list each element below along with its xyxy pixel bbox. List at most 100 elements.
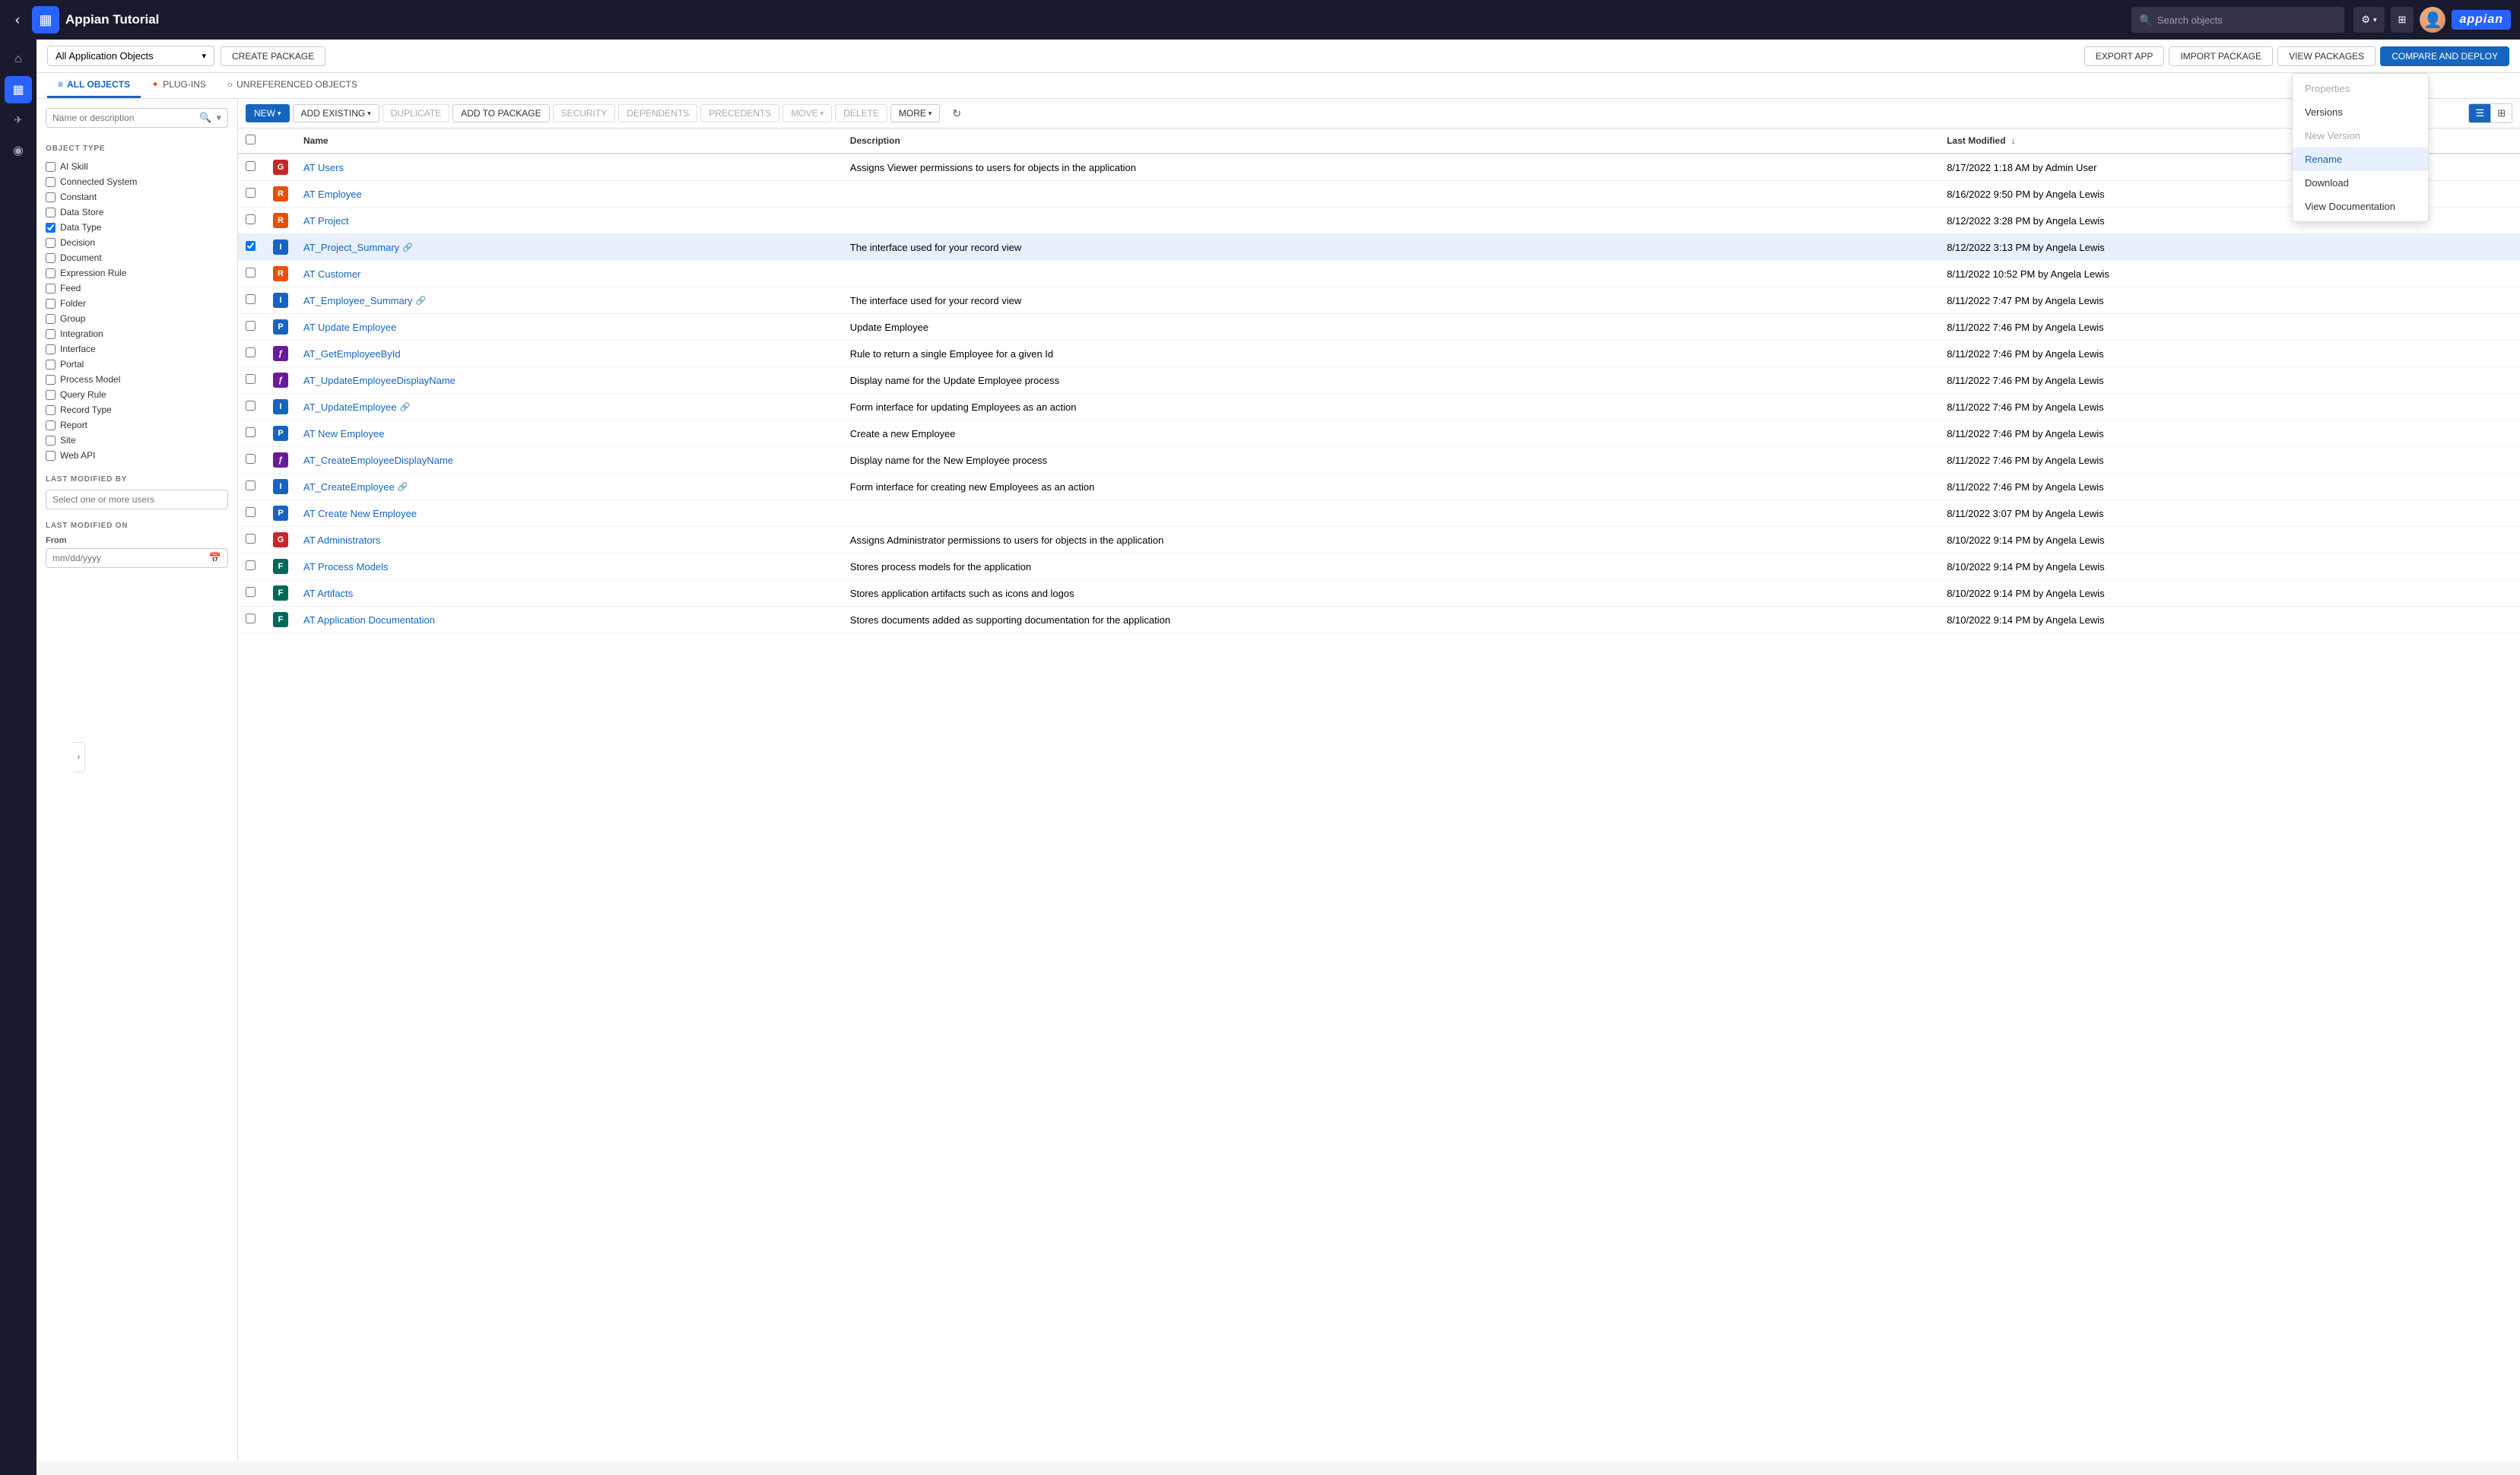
object-name-link[interactable]: AT Update Employee: [303, 322, 396, 333]
select-all-checkbox[interactable]: [246, 135, 255, 144]
refresh-button[interactable]: ↻: [946, 104, 967, 123]
filter-constant[interactable]: Constant: [46, 189, 228, 205]
move-button[interactable]: MOVE ▾: [782, 104, 832, 122]
filter-document[interactable]: Document: [46, 250, 228, 265]
grid-view-button[interactable]: ⊞: [2391, 7, 2414, 33]
filter-portal[interactable]: Portal: [46, 357, 228, 372]
row-checkbox[interactable]: [246, 161, 255, 171]
sidebar-search-options-icon[interactable]: ▾: [216, 112, 221, 124]
row-checkbox-cell[interactable]: [238, 208, 265, 234]
filter-integration-checkbox[interactable]: [46, 329, 56, 339]
list-view-button[interactable]: ☰: [2468, 103, 2491, 123]
row-checkbox[interactable]: [246, 481, 255, 490]
object-name-link[interactable]: AT Employee: [303, 189, 362, 200]
left-icon-app[interactable]: ▦: [5, 76, 32, 103]
filter-decision-checkbox[interactable]: [46, 238, 56, 248]
precedents-button[interactable]: PRECEDENTS: [700, 104, 779, 122]
object-name-link[interactable]: AT Project: [303, 215, 348, 227]
dependents-button[interactable]: DEPENDENTS: [618, 104, 697, 122]
duplicate-button[interactable]: DUPLICATE: [382, 104, 449, 122]
delete-button[interactable]: DELETE: [835, 104, 887, 122]
row-checkbox-cell[interactable]: [238, 394, 265, 420]
create-package-button[interactable]: CREATE PACKAGE: [221, 46, 325, 66]
object-name-link[interactable]: AT_UpdateEmployee: [303, 401, 397, 413]
row-checkbox-cell[interactable]: [238, 607, 265, 633]
row-checkbox-cell[interactable]: [238, 447, 265, 474]
object-name-link[interactable]: AT_Employee_Summary: [303, 295, 413, 306]
filter-folder[interactable]: Folder: [46, 296, 228, 311]
user-avatar[interactable]: 👤: [2420, 7, 2445, 33]
filter-site[interactable]: Site: [46, 433, 228, 448]
row-checkbox[interactable]: [246, 241, 255, 251]
row-checkbox[interactable]: [246, 401, 255, 411]
filter-data-type[interactable]: Data Type: [46, 220, 228, 235]
user-filter-input[interactable]: [46, 490, 228, 509]
calendar-icon[interactable]: 📅: [209, 552, 221, 564]
object-name-link[interactable]: AT Users: [303, 162, 344, 173]
row-checkbox-cell[interactable]: [238, 314, 265, 341]
row-checkbox[interactable]: [246, 321, 255, 331]
new-button[interactable]: NEW ▾: [246, 104, 290, 122]
back-button[interactable]: ‹: [9, 9, 26, 31]
filter-group-checkbox[interactable]: [46, 314, 56, 324]
menu-item-view-documentation[interactable]: View Documentation: [2293, 195, 2428, 218]
left-icon-home[interactable]: ⌂: [5, 46, 32, 73]
object-name-link[interactable]: AT_UpdateEmployeeDisplayName: [303, 375, 455, 386]
filter-query-rule[interactable]: Query Rule: [46, 387, 228, 402]
row-checkbox-cell[interactable]: [238, 341, 265, 367]
object-name-link[interactable]: AT Customer: [303, 268, 360, 280]
filter-interface[interactable]: Interface: [46, 341, 228, 357]
row-checkbox-cell[interactable]: [238, 154, 265, 181]
filter-ai-skill[interactable]: AI Skill: [46, 159, 228, 174]
import-package-button[interactable]: IMPORT PACKAGE: [2169, 46, 2273, 66]
search-input[interactable]: [2157, 14, 2338, 26]
filter-site-checkbox[interactable]: [46, 436, 56, 446]
sidebar-search-container[interactable]: 🔍 ▾: [46, 108, 228, 128]
filter-record-type-checkbox[interactable]: [46, 405, 56, 415]
left-icon-monitor[interactable]: ◉: [5, 137, 32, 164]
row-checkbox[interactable]: [246, 534, 255, 544]
filter-interface-checkbox[interactable]: [46, 344, 56, 354]
row-checkbox[interactable]: [246, 454, 255, 464]
row-checkbox[interactable]: [246, 188, 255, 198]
filter-integration[interactable]: Integration: [46, 326, 228, 341]
filter-report-checkbox[interactable]: [46, 420, 56, 430]
object-name-link[interactable]: AT Application Documentation: [303, 614, 435, 626]
row-checkbox[interactable]: [246, 374, 255, 384]
view-packages-button[interactable]: VIEW PACKAGES: [2277, 46, 2376, 66]
tab-plug-ins[interactable]: ✦ PLUG-INS: [141, 73, 217, 98]
compare-deploy-button[interactable]: COMPARE AND DEPLOY: [2380, 46, 2509, 66]
filter-document-checkbox[interactable]: [46, 253, 56, 263]
filter-report[interactable]: Report: [46, 417, 228, 433]
menu-item-download[interactable]: Download: [2293, 171, 2428, 195]
app-selector-dropdown[interactable]: All Application Objects ▾: [47, 46, 214, 66]
row-checkbox-cell[interactable]: [238, 261, 265, 287]
row-checkbox[interactable]: [246, 268, 255, 278]
filter-query-rule-checkbox[interactable]: [46, 390, 56, 400]
filter-data-store[interactable]: Data Store: [46, 205, 228, 220]
object-name-link[interactable]: AT Administrators: [303, 534, 380, 546]
add-existing-button[interactable]: ADD EXISTING ▾: [293, 104, 379, 122]
settings-button[interactable]: ⚙ ▾: [2353, 7, 2384, 33]
object-name-link[interactable]: AT_CreateEmployeeDisplayName: [303, 455, 453, 466]
filter-record-type[interactable]: Record Type: [46, 402, 228, 417]
add-to-package-button[interactable]: ADD TO PACKAGE: [452, 104, 549, 122]
filter-web-api[interactable]: Web API: [46, 448, 228, 463]
filter-expression-rule[interactable]: Expression Rule: [46, 265, 228, 281]
row-checkbox[interactable]: [246, 347, 255, 357]
filter-connected-system[interactable]: Connected System: [46, 174, 228, 189]
tab-unreferenced-objects[interactable]: ○ UNREFERENCED OBJECTS: [217, 73, 368, 98]
date-from-container[interactable]: 📅: [46, 548, 228, 568]
row-checkbox-cell[interactable]: [238, 554, 265, 580]
row-checkbox[interactable]: [246, 214, 255, 224]
row-checkbox[interactable]: [246, 587, 255, 597]
filter-data-store-checkbox[interactable]: [46, 208, 56, 217]
last-modified-header[interactable]: Last Modified ↓: [1939, 128, 2520, 154]
grid-view-button2[interactable]: ⊞: [2491, 103, 2512, 123]
date-from-input[interactable]: [52, 553, 206, 563]
row-checkbox[interactable]: [246, 294, 255, 304]
left-icon-deploy[interactable]: ✈: [5, 106, 32, 134]
object-name-link[interactable]: AT New Employee: [303, 428, 384, 439]
global-search[interactable]: 🔍: [2131, 7, 2344, 33]
menu-item-rename[interactable]: Rename: [2293, 148, 2428, 171]
